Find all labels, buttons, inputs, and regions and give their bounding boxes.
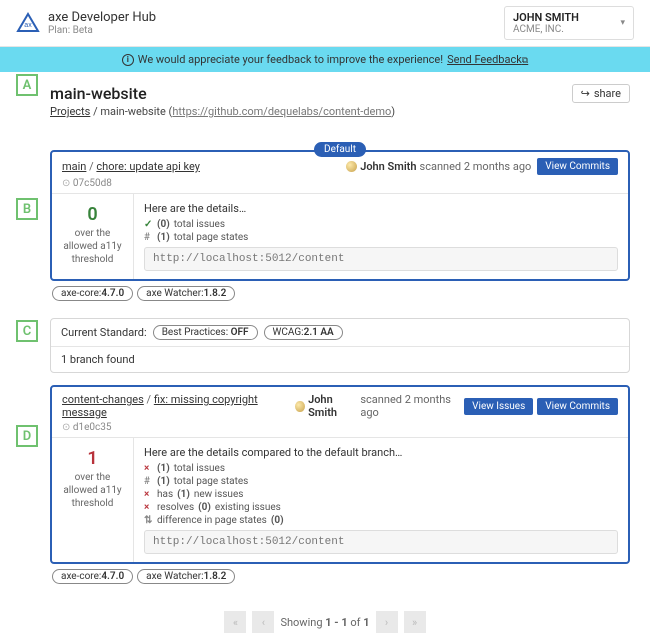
commit-hash: 07c50d8 bbox=[62, 178, 618, 189]
threshold-summary: 1 over the allowed a11y threshold bbox=[52, 438, 134, 562]
branch-link[interactable]: main bbox=[62, 160, 86, 173]
diff-page-states-line: ⇅difference in page states(0) bbox=[144, 515, 618, 526]
paginator: « ‹ Showing 1 - 1 of 1 › » bbox=[0, 601, 650, 643]
threshold-count: 0 bbox=[58, 204, 127, 225]
callout-marker-b: B bbox=[16, 198, 38, 220]
threshold-label: over the allowed a11y threshold bbox=[58, 227, 127, 266]
cross-icon: × bbox=[144, 463, 153, 474]
commit-heading: content-changes / fix: missing copyright… bbox=[62, 393, 289, 419]
default-branch-card: Default main / chore: update api key Joh… bbox=[50, 150, 630, 281]
header-brand: ax axe Developer Hub Plan: Beta bbox=[16, 10, 156, 36]
banner-text: We would appreciate your feedback to imp… bbox=[138, 53, 443, 66]
chevron-down-icon: ▾ bbox=[620, 18, 625, 28]
total-issues-line: ×(1)total issues bbox=[144, 463, 618, 474]
commit-heading: main / chore: update api key bbox=[62, 160, 200, 173]
branch-count: 1 branch found bbox=[51, 347, 629, 372]
send-feedback-link[interactable]: Send Feedback⧉ bbox=[447, 53, 528, 66]
last-page-button[interactable]: » bbox=[404, 611, 426, 633]
view-issues-button[interactable]: View Issues bbox=[464, 398, 533, 415]
plan-label: Plan: Beta bbox=[48, 25, 156, 36]
callout-marker-a: A bbox=[16, 74, 38, 96]
repo-url[interactable]: https://github.com/dequelabs/content-dem… bbox=[172, 105, 391, 118]
threshold-count: 1 bbox=[58, 448, 127, 469]
details-heading: Here are the details compared to the def… bbox=[144, 446, 618, 459]
axe-watcher-tag: axe Watcher:1.8.2 bbox=[137, 569, 235, 584]
new-issues-line: ×has(1)new issues bbox=[144, 489, 618, 500]
share-button[interactable]: ↪ share bbox=[572, 84, 630, 103]
app-header: ax axe Developer Hub Plan: Beta JOHN SMI… bbox=[0, 0, 650, 47]
commit-hash: d1e0c35 bbox=[62, 422, 618, 433]
project-title: main-website bbox=[50, 84, 630, 103]
avatar-icon bbox=[346, 161, 357, 172]
user-menu[interactable]: JOHN SMITH ACME, INC. ▾ bbox=[504, 6, 634, 40]
standard-card: Current Standard: Best Practices: OFF WC… bbox=[50, 318, 630, 373]
default-badge: Default bbox=[314, 142, 366, 157]
axe-core-tag: axe-core:4.7.0 bbox=[52, 569, 133, 584]
threshold-label: over the allowed a11y threshold bbox=[58, 471, 127, 510]
first-page-button[interactable]: « bbox=[224, 611, 246, 633]
commit-title[interactable]: chore: update api key bbox=[96, 160, 200, 173]
info-icon: i bbox=[122, 54, 134, 66]
avatar-icon bbox=[295, 401, 305, 412]
version-tags: axe-core:4.7.0 axe Watcher:1.8.2 bbox=[50, 281, 630, 306]
prev-page-button[interactable]: ‹ bbox=[252, 611, 274, 633]
axe-logo-icon: ax bbox=[16, 11, 40, 35]
compare-branch-card: content-changes / fix: missing copyright… bbox=[50, 385, 630, 564]
breadcrumb-current: main-website bbox=[100, 105, 165, 118]
external-link-icon: ⧉ bbox=[522, 56, 528, 66]
hash-icon: # bbox=[144, 476, 153, 487]
share-icon: ↪ bbox=[581, 87, 590, 100]
view-commits-button[interactable]: View Commits bbox=[537, 158, 618, 175]
view-commits-button[interactable]: View Commits bbox=[537, 398, 618, 415]
wcag-tag: WCAG:2.1 AA bbox=[264, 325, 343, 340]
callout-marker-c: C bbox=[16, 320, 38, 342]
threshold-summary: 0 over the allowed a11y threshold bbox=[52, 194, 134, 279]
user-org: ACME, INC. bbox=[513, 24, 579, 35]
breadcrumb-projects[interactable]: Projects bbox=[50, 105, 90, 118]
details-heading: Here are the details… bbox=[144, 202, 618, 215]
callout-marker-d: D bbox=[16, 425, 38, 447]
standard-label: Current Standard: bbox=[61, 326, 147, 339]
scanned-by: John Smith scanned 2 months ago bbox=[295, 393, 458, 419]
scan-url: http://localhost:5012/content bbox=[144, 530, 618, 554]
svg-text:ax: ax bbox=[24, 22, 32, 29]
diff-icon: ⇅ bbox=[144, 515, 153, 526]
scan-url: http://localhost:5012/content bbox=[144, 247, 618, 271]
product-name: axe Developer Hub bbox=[48, 10, 156, 25]
axe-core-tag: axe-core:4.7.0 bbox=[52, 286, 133, 301]
user-name: JOHN SMITH bbox=[513, 11, 579, 24]
breadcrumb: Projects / main-website (https://github.… bbox=[50, 105, 630, 118]
feedback-banner: i We would appreciate your feedback to i… bbox=[0, 47, 650, 72]
branch-link[interactable]: content-changes bbox=[62, 393, 144, 406]
total-issues-line: ✓ (0) total issues bbox=[144, 219, 618, 230]
axe-watcher-tag: axe Watcher:1.8.2 bbox=[137, 286, 235, 301]
page-states-line: # (1) total page states bbox=[144, 232, 618, 243]
check-icon: ✓ bbox=[144, 219, 153, 230]
next-page-button[interactable]: › bbox=[376, 611, 398, 633]
best-practices-tag: Best Practices: OFF bbox=[153, 325, 258, 340]
cross-icon: × bbox=[144, 489, 153, 500]
page-states-line: #(1)total page states bbox=[144, 476, 618, 487]
page-summary: Showing 1 - 1 of 1 bbox=[280, 616, 369, 629]
version-tags: axe-core:4.7.0 axe Watcher:1.8.2 bbox=[50, 564, 630, 589]
hash-icon: # bbox=[144, 232, 153, 243]
scanned-by: John Smith scanned 2 months ago bbox=[346, 160, 531, 173]
